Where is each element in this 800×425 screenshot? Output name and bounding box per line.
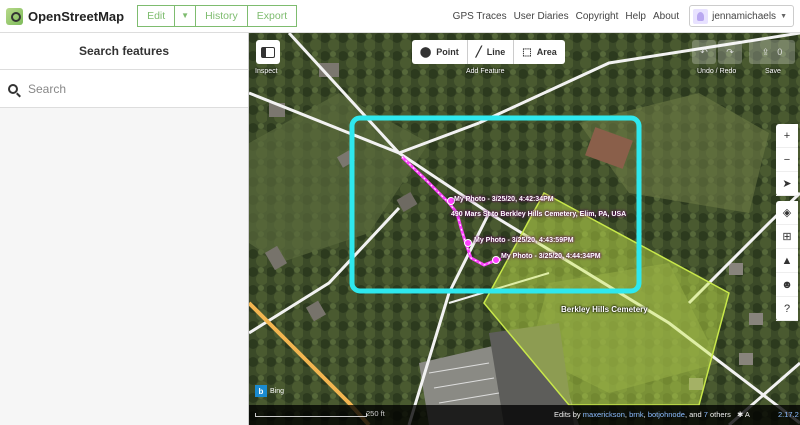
line-button[interactable]: ╱ Line bbox=[468, 40, 515, 64]
undo-icon: ↶ bbox=[700, 46, 708, 57]
help-icon: ? bbox=[783, 302, 791, 315]
add-feature-toolbar: ⬤ Point ╱ Line ⬚ Area bbox=[412, 40, 565, 64]
inspect-label: Inspect bbox=[255, 68, 278, 75]
avatar bbox=[693, 8, 709, 24]
map-canvas[interactable]: My Photo - 3/25/20, 4:42:34PM 490 Mars S… bbox=[249, 33, 800, 425]
point-label: Point bbox=[436, 47, 459, 57]
geolocate-button[interactable]: ➤ bbox=[776, 172, 798, 196]
editor-link-2[interactable]: brnk bbox=[629, 410, 644, 419]
chevron-down-icon: ▼ bbox=[780, 12, 787, 20]
nav-links: GPS Traces User Diaries Copyright Help A… bbox=[446, 11, 679, 22]
plus-icon: + bbox=[783, 129, 791, 142]
sidebar-toggle-icon bbox=[261, 46, 275, 58]
editor-link-3[interactable]: botjohnode bbox=[648, 410, 685, 419]
point-button[interactable]: ⬤ Point bbox=[412, 40, 468, 64]
user-menu[interactable]: jennamichaels ▼ bbox=[689, 5, 794, 27]
language-icon[interactable]: A bbox=[745, 410, 750, 419]
map-data-icon: ⊞ bbox=[782, 231, 792, 243]
photo-label-3: My Photo - 3/25/20, 4:44:34PM bbox=[501, 253, 601, 260]
edit-button[interactable]: Edit bbox=[137, 5, 176, 27]
redo-icon: ↷ bbox=[726, 46, 734, 57]
logo[interactable]: OpenStreetMap bbox=[6, 7, 125, 25]
sidebar: Search features bbox=[0, 33, 249, 425]
sidebar-title: Search features bbox=[0, 33, 248, 70]
warning-icon: ▲ bbox=[781, 254, 793, 267]
map-nav-controls: + − ➤ bbox=[776, 124, 798, 196]
layers-icon: ◈ bbox=[782, 207, 792, 219]
history-button[interactable]: History bbox=[196, 5, 248, 27]
nav-about[interactable]: About bbox=[653, 11, 679, 22]
bug-icon[interactable]: ✱ bbox=[737, 410, 743, 419]
user-settings-icon: ☻ bbox=[781, 278, 793, 291]
search-input[interactable] bbox=[28, 81, 228, 96]
imagery-name: Bing bbox=[270, 387, 285, 395]
edit-dropdown-caret-icon[interactable]: ▼ bbox=[175, 5, 197, 27]
brand-name: OpenStreetMap bbox=[28, 8, 125, 24]
save-count: 0 bbox=[777, 47, 783, 57]
bing-logo-icon: b bbox=[255, 385, 267, 397]
inspect-button[interactable] bbox=[256, 40, 280, 64]
map-footer: 250 ft Edits by maxerickson, brnk, botjo… bbox=[249, 405, 800, 425]
export-button[interactable]: Export bbox=[247, 5, 298, 27]
add-feature-label: Add Feature bbox=[466, 68, 505, 75]
zoom-out-button[interactable]: − bbox=[776, 148, 798, 172]
minus-icon: − bbox=[783, 153, 791, 166]
line-icon: ╱ bbox=[475, 46, 482, 58]
attribution-suffix: others bbox=[710, 410, 731, 419]
redo-button[interactable]: ↷ bbox=[718, 40, 742, 64]
street-route-label: 490 Mars St to Berkley Hills Cemetery, E… bbox=[451, 211, 627, 218]
photo-marker-3[interactable] bbox=[492, 256, 500, 264]
area-button[interactable]: ⬚ Area bbox=[514, 40, 564, 64]
undo-button[interactable]: ↶ bbox=[692, 40, 716, 64]
save-button[interactable]: ⇪ 0 bbox=[749, 40, 795, 64]
editor-link-1[interactable]: maxerickson bbox=[583, 410, 625, 419]
others-count-link[interactable]: 7 bbox=[704, 410, 708, 419]
line-label: Line bbox=[486, 47, 506, 57]
upload-icon: ⇪ bbox=[761, 46, 770, 57]
edit-button-group: Edit ▼ History Export bbox=[137, 5, 298, 27]
imagery-provider: b Bing bbox=[255, 385, 284, 397]
search-row bbox=[0, 70, 248, 108]
map-pin-icon: ⬤ bbox=[420, 46, 432, 58]
edit-attribution: Edits by maxerickson, brnk, botjohnode, … bbox=[554, 410, 750, 419]
location-arrow-icon: ➤ bbox=[782, 178, 792, 190]
preferences-button[interactable]: ☻ bbox=[776, 273, 798, 297]
area-label: Area bbox=[536, 47, 557, 57]
photo-label-2: My Photo - 3/25/20, 4:43:59PM bbox=[474, 237, 574, 244]
satellite-imagery bbox=[249, 33, 800, 425]
nav-gps-traces[interactable]: GPS Traces bbox=[453, 11, 507, 22]
nav-help[interactable]: Help bbox=[625, 11, 646, 22]
help-button[interactable]: ? bbox=[776, 297, 798, 321]
nav-user-diaries[interactable]: User Diaries bbox=[514, 11, 569, 22]
scale-label: 250 ft bbox=[366, 409, 385, 418]
map-panel-controls: ◈ ⊞ ▲ ☻ ? bbox=[776, 201, 798, 321]
map-data-button[interactable]: ⊞ bbox=[776, 225, 798, 249]
background-button[interactable]: ◈ bbox=[776, 201, 798, 225]
zoom-in-button[interactable]: + bbox=[776, 124, 798, 148]
attribution-prefix: Edits by bbox=[554, 410, 581, 419]
top-navbar: OpenStreetMap Edit ▼ History Export GPS … bbox=[0, 0, 800, 33]
photo-label-1: My Photo - 3/25/20, 4:42:34PM bbox=[454, 196, 554, 203]
photo-marker-2[interactable] bbox=[464, 239, 472, 247]
nav-copyright[interactable]: Copyright bbox=[576, 11, 619, 22]
save-label: Save bbox=[765, 68, 781, 75]
username: jennamichaels bbox=[712, 10, 777, 22]
version[interactable]: 2.17.2 bbox=[778, 410, 799, 419]
area-icon: ⬚ bbox=[522, 46, 532, 58]
attribution-and: , and bbox=[684, 410, 702, 419]
search-icon bbox=[8, 83, 18, 94]
scale-bar[interactable] bbox=[255, 413, 367, 417]
undo-redo-label: Undo / Redo bbox=[697, 68, 737, 75]
cemetery-label: Berkley Hills Cemetery bbox=[561, 305, 648, 314]
osm-logo-icon bbox=[6, 7, 23, 25]
issues-button[interactable]: ▲ bbox=[776, 249, 798, 273]
